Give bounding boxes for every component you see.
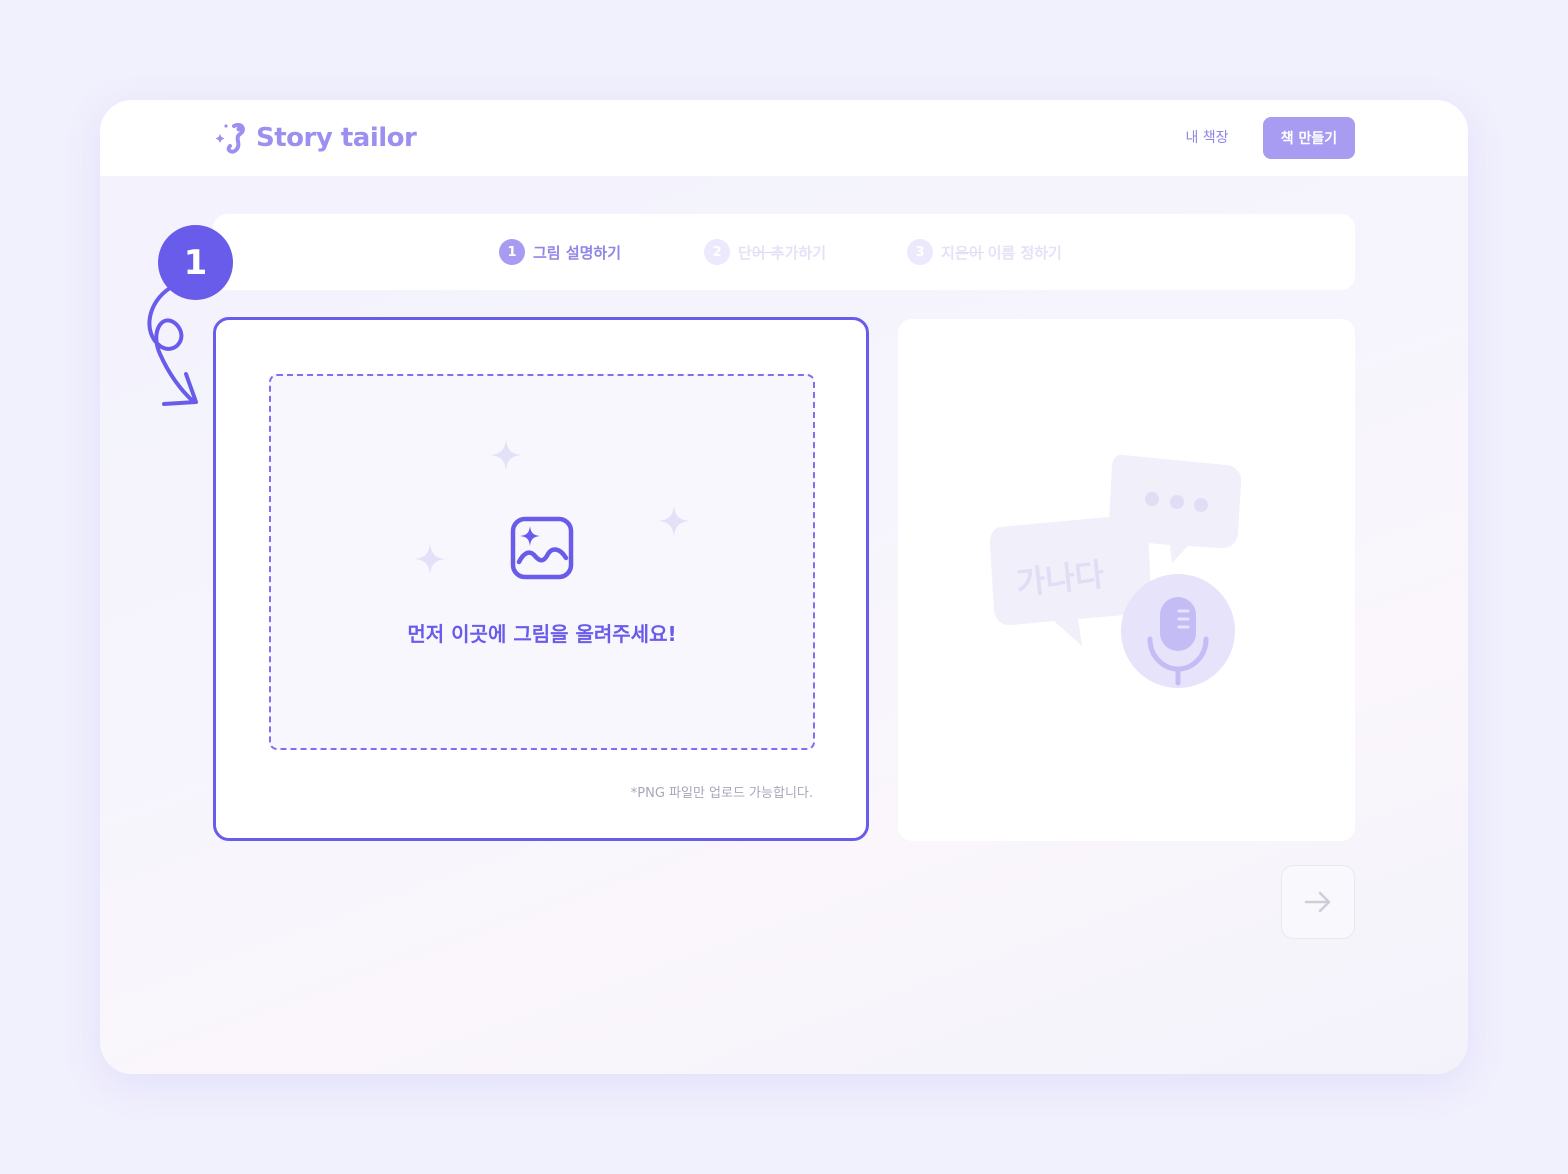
- step-label: 지은이 이름 정하기: [941, 243, 1062, 262]
- step-label: 그림 설명하기: [533, 243, 622, 262]
- sparkle-icon: [414, 543, 446, 575]
- upload-prompt: 먼저 이곳에 그림을 올려주세요!: [407, 622, 677, 646]
- app-window: Story tailor 내 책장 책 만들기 1 그림 설명하기 2 단어 추…: [100, 100, 1468, 1074]
- image-upload-card: 먼저 이곳에 그림을 올려주세요! *PNG 파일만 업로드 가능합니다.: [213, 317, 869, 841]
- microphone-icon: [1121, 574, 1235, 688]
- step-1[interactable]: 1 그림 설명하기: [499, 239, 621, 265]
- upload-file-note: *PNG 파일만 업로드 가능합니다.: [630, 786, 813, 801]
- sparkle-icon: [490, 439, 522, 471]
- step-label: 단어 추가하기: [738, 243, 827, 262]
- step-number: 2: [704, 239, 730, 265]
- step-number: 3: [907, 239, 933, 265]
- step-2[interactable]: 2 단어 추가하기: [704, 239, 826, 265]
- image-upload-icon: [510, 516, 574, 580]
- image-dropzone[interactable]: 먼저 이곳에 그림을 올려주세요!: [269, 374, 815, 750]
- brand-logo[interactable]: Story tailor: [212, 120, 417, 156]
- preview-card: 가나다: [898, 319, 1355, 841]
- sparkle-icon: [658, 505, 690, 537]
- top-header: Story tailor 내 책장 책 만들기: [100, 100, 1468, 176]
- step-3[interactable]: 3 지은이 이름 정하기: [907, 239, 1062, 265]
- progress-stepper: 1 그림 설명하기 2 단어 추가하기 3 지은이 이름 정하기: [213, 214, 1355, 290]
- step-number: 1: [499, 239, 525, 265]
- nav-bookshelf-link[interactable]: 내 책장: [1170, 127, 1244, 147]
- make-book-button[interactable]: 책 만들기: [1263, 117, 1355, 159]
- arrow-right-icon: [1304, 891, 1331, 913]
- step-badge: 1: [158, 225, 233, 300]
- curl-arrow-icon: [147, 286, 198, 406]
- speech-illustration: 가나다: [989, 454, 1242, 688]
- brand-name: Story tailor: [256, 123, 417, 153]
- logo-mark-icon: [215, 123, 245, 154]
- next-step-button[interactable]: [1281, 865, 1355, 939]
